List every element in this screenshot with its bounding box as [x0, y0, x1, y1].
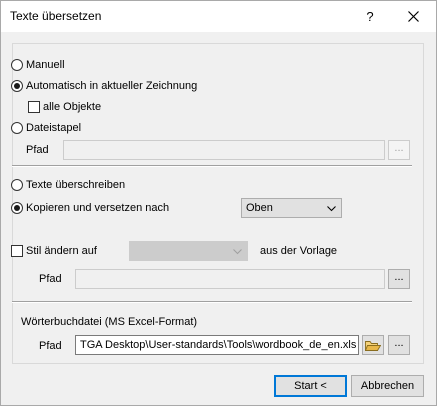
dialog-title: Texte übersetzen	[10, 9, 102, 23]
template-browse-button[interactable]: ...	[388, 269, 410, 289]
pfad-label-dictionary: Pfad	[39, 340, 62, 352]
pfad-label-template: Pfad	[39, 273, 62, 285]
radio-dateistapel[interactable]	[11, 122, 23, 134]
position-select-value: Oben	[246, 202, 273, 214]
batch-browse-button[interactable]: ...	[388, 140, 410, 160]
position-select[interactable]: Oben	[241, 198, 342, 218]
checkbox-alle-objekte-label: alle Objekte	[43, 101, 102, 113]
aus-der-vorlage-label: aus der Vorlage	[260, 245, 338, 257]
style-select[interactable]	[129, 241, 248, 261]
radio-kopieren-versetzen-label: Kopieren und versetzen nach	[26, 202, 170, 214]
batch-path-input[interactable]	[63, 140, 385, 160]
chevron-down-icon	[327, 206, 336, 212]
dictionary-open-folder-button[interactable]	[362, 335, 384, 355]
checkbox-stil-aendern-label: Stil ändern auf	[26, 245, 97, 257]
radio-kopieren-versetzen[interactable]	[11, 202, 23, 214]
translate-dialog: Texte übersetzen ? Manuell Automatisch i…	[0, 0, 437, 406]
dictionary-path-input[interactable]: TGA Desktop\User-standards\Tools\wordboo…	[75, 335, 359, 355]
cancel-button[interactable]: Abbrechen	[351, 375, 424, 397]
folder-open-icon	[365, 341, 381, 351]
checkbox-alle-objekte[interactable]	[28, 101, 40, 113]
radio-manuell-label: Manuell	[26, 59, 65, 71]
separator-1	[12, 165, 412, 167]
start-button[interactable]: Start <	[274, 375, 347, 397]
radio-texte-ueberschreiben[interactable]	[11, 179, 23, 191]
chevron-down-icon	[233, 249, 242, 255]
title-bar: Texte übersetzen ?	[1, 1, 436, 32]
checkbox-stil-aendern[interactable]	[11, 245, 23, 257]
pfad-label-batch: Pfad	[26, 144, 49, 156]
separator-2	[12, 301, 412, 303]
radio-dateistapel-label: Dateistapel	[26, 122, 82, 134]
radio-automatisch[interactable]	[11, 80, 23, 92]
dictionary-section-label: Wörterbuchdatei (MS Excel-Format)	[21, 316, 198, 328]
close-icon	[408, 11, 419, 22]
dictionary-browse-button[interactable]: ...	[388, 335, 410, 355]
radio-texte-ueberschreiben-label: Texte überschreiben	[26, 179, 126, 191]
template-path-input[interactable]	[75, 269, 385, 289]
radio-automatisch-label: Automatisch in aktueller Zeichnung	[26, 80, 198, 92]
help-button[interactable]: ?	[356, 1, 384, 32]
radio-manuell[interactable]	[11, 59, 23, 71]
close-button[interactable]	[394, 1, 434, 32]
